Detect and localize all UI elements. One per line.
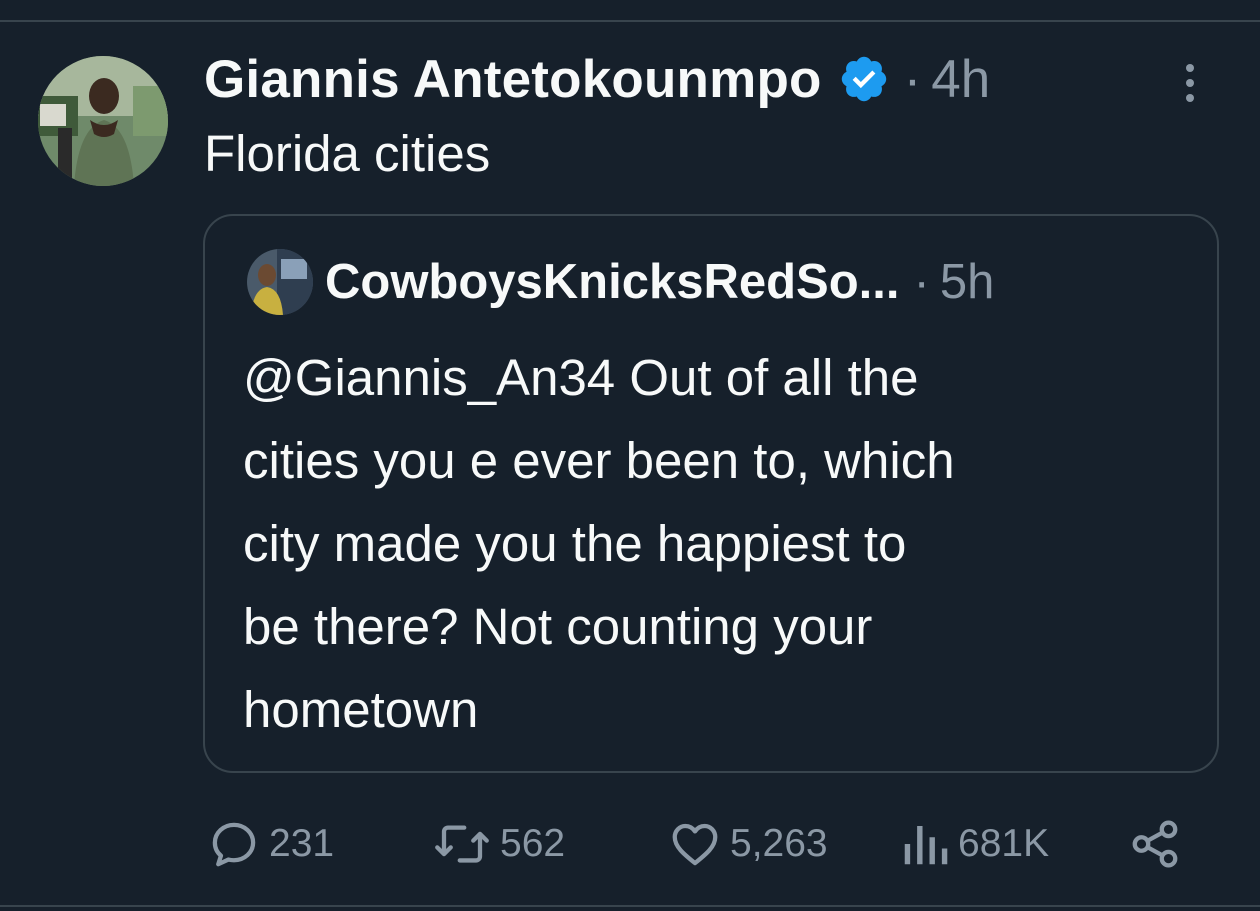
tweet-timestamp[interactable]: 4h <box>931 49 990 110</box>
quoted-tweet[interactable]: CowboysKnicksRedSo... · 5h @Giannis_An34… <box>203 214 1219 773</box>
verified-badge-icon <box>838 53 890 105</box>
reply-icon <box>207 817 261 871</box>
reply-count: 231 <box>269 822 335 865</box>
quote-header: CowboysKnicksRedSo... · 5h <box>325 252 994 312</box>
retweet-button[interactable]: 562 <box>432 812 565 876</box>
quote-text-line: be there? Not counting your <box>243 598 873 655</box>
quote-text-line: cities you e ever been to, which <box>243 432 955 489</box>
tweet-text: Florida cities <box>204 125 491 182</box>
quote-text: @Giannis_An34 Out of all the cities you … <box>243 336 1203 751</box>
views-icon <box>900 817 950 871</box>
like-count: 5,263 <box>730 822 828 865</box>
quote-timestamp[interactable]: 5h <box>940 254 995 310</box>
heart-icon <box>668 817 722 871</box>
author-display-name[interactable]: Giannis Antetokounmpo <box>204 49 822 110</box>
action-bar: 231 562 5,263 681K <box>0 812 1260 876</box>
quote-author-avatar[interactable] <box>247 249 313 315</box>
quote-text-line: city made you the happiest to <box>243 515 907 572</box>
quote-meta-separator: · <box>913 255 930 309</box>
meta-separator: · <box>903 49 922 109</box>
bottom-divider <box>0 905 1260 907</box>
tweet[interactable]: Giannis Antetokounmpo · 4h Florida citie… <box>0 0 1260 911</box>
reply-button[interactable]: 231 <box>207 812 334 876</box>
author-avatar[interactable] <box>38 56 168 186</box>
quote-text-line: hometown <box>243 681 479 738</box>
like-button[interactable]: 5,263 <box>668 812 828 876</box>
views-button[interactable]: 681K <box>900 812 1049 876</box>
retweet-count: 562 <box>500 822 566 865</box>
quote-author-display-name[interactable]: CowboysKnicksRedSo... <box>325 254 900 310</box>
share-button[interactable] <box>1128 812 1182 876</box>
quote-text-line: @Giannis_An34 Out of all the <box>243 349 919 406</box>
tweet-header: Giannis Antetokounmpo · 4h <box>204 48 990 110</box>
more-vertical-icon[interactable] <box>1180 60 1200 106</box>
share-icon <box>1128 817 1182 871</box>
views-count: 681K <box>958 822 1050 865</box>
retweet-icon <box>432 817 492 871</box>
